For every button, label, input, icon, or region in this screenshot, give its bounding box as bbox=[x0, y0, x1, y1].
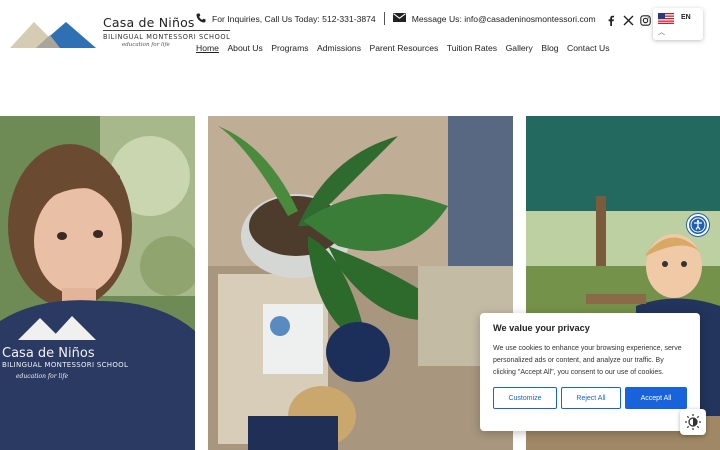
cookie-title: We value your privacy bbox=[493, 323, 590, 333]
accept-all-button[interactable]: Accept All bbox=[625, 387, 687, 409]
nav-tuition-rates[interactable]: Tuition Rates bbox=[447, 43, 497, 53]
nav-admissions[interactable]: Admissions bbox=[317, 43, 361, 53]
cookie-consent-banner: We value your privacy We use cookies to … bbox=[480, 313, 700, 431]
language-selector[interactable]: EN ︿ bbox=[653, 8, 703, 40]
us-flag-icon bbox=[658, 13, 674, 24]
phone-icon bbox=[196, 13, 206, 25]
nav-blog[interactable]: Blog bbox=[541, 43, 558, 53]
x-icon[interactable] bbox=[623, 13, 634, 26]
cookie-body: We use cookies to enhance your browsing … bbox=[493, 345, 682, 376]
contact-bar: For Inquiries, Call Us Today: 512-331-38… bbox=[196, 12, 596, 25]
accessibility-icon bbox=[690, 217, 706, 233]
facebook-icon[interactable] bbox=[606, 13, 617, 26]
reject-all-button[interactable]: Reject All bbox=[561, 387, 621, 409]
nav-about-us[interactable]: About Us bbox=[227, 43, 262, 53]
contact-divider bbox=[383, 12, 385, 25]
shirt-line-3: education for life bbox=[16, 373, 69, 380]
theme-toggle-button[interactable] bbox=[680, 409, 706, 435]
shirt-print: Casa de Niños BILINGUAL MONTESSORI SCHOO… bbox=[2, 346, 129, 380]
photo-girl: Casa de Niños BILINGUAL MONTESSORI SCHOO… bbox=[0, 116, 195, 450]
photo-plant-reading bbox=[208, 116, 513, 450]
email-link[interactable]: Message Us: info@casadeninosmontessori.c… bbox=[412, 14, 596, 24]
site-logo[interactable]: Casa de Niños BILINGUAL MONTESSORI SCHOO… bbox=[10, 14, 231, 54]
nav-gallery[interactable]: Gallery bbox=[506, 43, 533, 53]
accessibility-button[interactable] bbox=[687, 214, 709, 236]
instagram-icon[interactable] bbox=[640, 13, 651, 26]
chevron-up-icon: ︿ bbox=[658, 29, 665, 36]
nav-programs[interactable]: Programs bbox=[271, 43, 308, 53]
brand-tagline: education for life bbox=[122, 42, 170, 48]
mountains-logo-icon bbox=[10, 22, 96, 48]
main-nav: Home About Us Programs Admissions Parent… bbox=[196, 43, 610, 53]
brand-name: Casa de Niños bbox=[103, 15, 195, 30]
cookie-buttons: Customize Reject All Accept All bbox=[493, 387, 687, 409]
nav-parent-resources[interactable]: Parent Resources bbox=[370, 43, 439, 53]
language-code: EN bbox=[681, 14, 691, 21]
social-links bbox=[606, 13, 651, 26]
nav-contact-us[interactable]: Contact Us bbox=[567, 43, 610, 53]
shirt-line-1: Casa de Niños bbox=[2, 346, 95, 361]
phone-link[interactable]: For Inquiries, Call Us Today: 512-331-38… bbox=[212, 14, 376, 24]
sun-icon bbox=[685, 414, 701, 430]
nav-home[interactable]: Home bbox=[196, 43, 219, 53]
mail-icon bbox=[392, 13, 406, 24]
customize-button[interactable]: Customize bbox=[493, 387, 557, 409]
shirt-line-2: BILINGUAL MONTESSORI SCHOOL bbox=[2, 361, 129, 369]
brand-subtitle: BILINGUAL MONTESSORI SCHOOL bbox=[103, 30, 231, 41]
